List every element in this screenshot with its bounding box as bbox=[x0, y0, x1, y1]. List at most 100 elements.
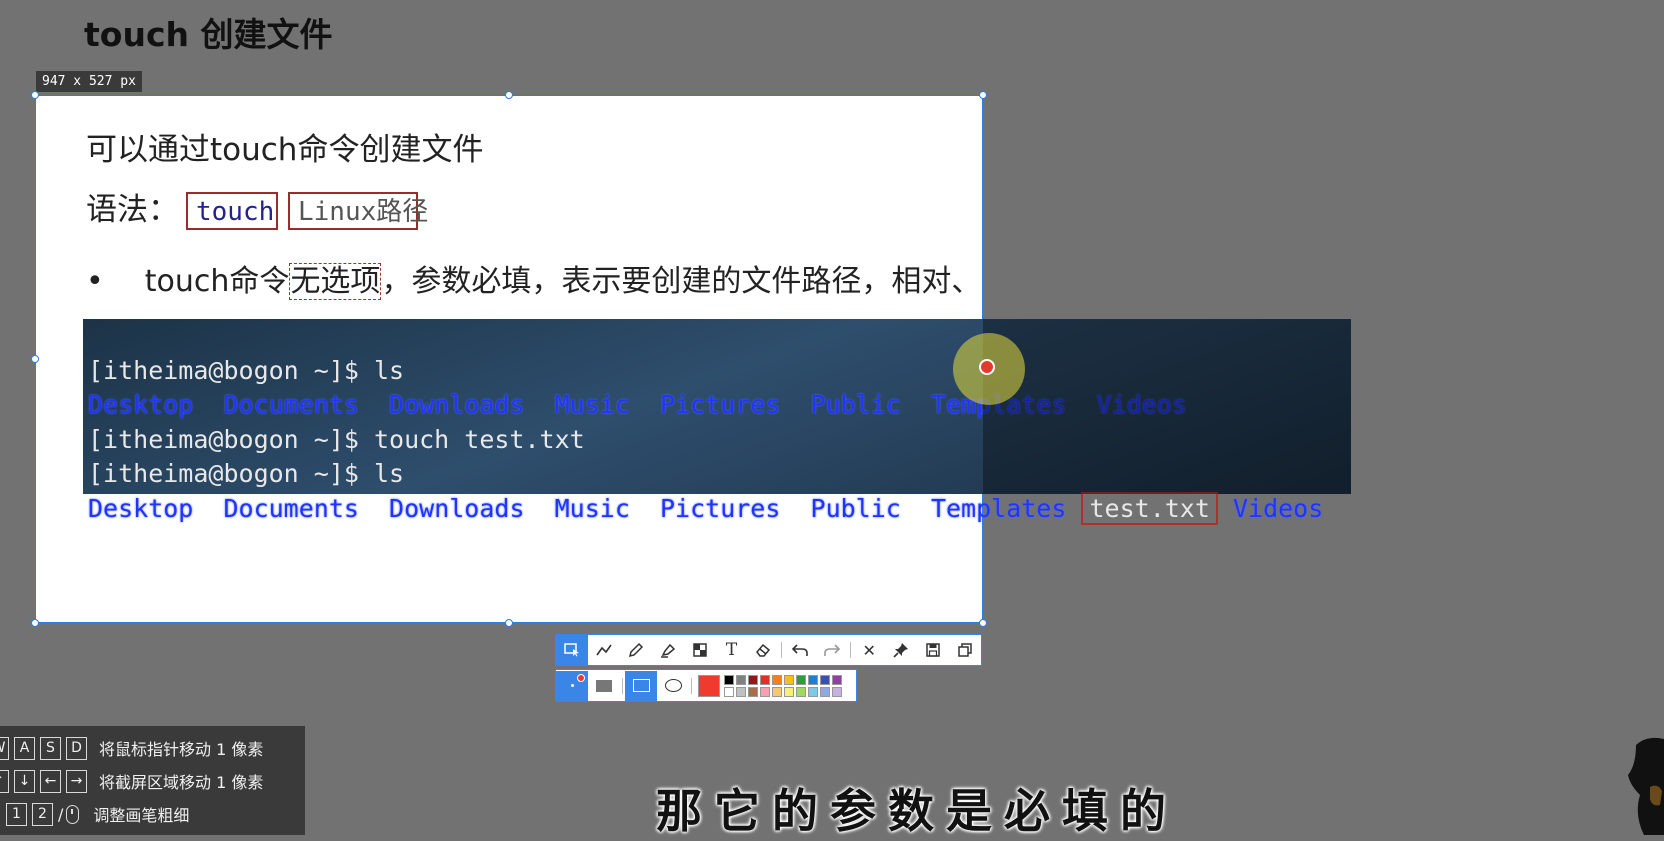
palette-color-purple[interactable] bbox=[832, 674, 842, 685]
current-color-swatch[interactable] bbox=[698, 674, 720, 697]
resize-handle-bottom-right[interactable] bbox=[979, 619, 987, 627]
toolbar-divider bbox=[850, 642, 852, 658]
bullet-text-after: ，参数必填，表示要创建的文件路径，相对、绝对、特殊路径符均可以使用 bbox=[381, 264, 982, 299]
palette-color-black[interactable] bbox=[724, 674, 734, 685]
key-1: 1 bbox=[6, 802, 27, 826]
rectangle-shape-icon[interactable] bbox=[625, 670, 657, 701]
redo-icon[interactable] bbox=[816, 635, 848, 665]
key-left: ← bbox=[40, 769, 61, 793]
syntax-argument-box: Linux路径 bbox=[288, 192, 428, 230]
palette-color-dark-red[interactable] bbox=[748, 674, 758, 685]
dir-entry: Public bbox=[810, 390, 901, 419]
resize-handle-bottom[interactable] bbox=[505, 619, 513, 627]
color-palette bbox=[724, 674, 842, 697]
capture-size-badge: 947 x 527 px bbox=[36, 71, 142, 92]
help-slash: / bbox=[58, 804, 64, 824]
dir-entry: Templates bbox=[930, 493, 1067, 523]
highlighter-icon[interactable] bbox=[652, 635, 684, 665]
dir-entry: Downloads bbox=[389, 493, 525, 523]
palette-color-yellow[interactable] bbox=[784, 674, 794, 685]
syntax-command-box: touch bbox=[186, 192, 278, 230]
help-row-mouse: WASD 将鼠标指针移动 1 像素 bbox=[0, 735, 263, 761]
resize-handle-bottom-left[interactable] bbox=[31, 619, 39, 627]
pen-settings-toolbar bbox=[555, 669, 857, 702]
palette-color-brown[interactable] bbox=[748, 686, 758, 697]
resize-handle-top-right[interactable] bbox=[979, 91, 987, 99]
help-row-region: ↑↓←→ 将截屏区域移动 1 像素 bbox=[0, 768, 263, 794]
bullet-text-before: touch命令 bbox=[144, 264, 290, 299]
dir-entry: Desktop bbox=[88, 390, 194, 419]
key-d: D bbox=[66, 736, 87, 760]
bullet-highlight: 无选项 bbox=[289, 263, 382, 300]
palette-color-light-gray[interactable] bbox=[736, 686, 746, 697]
text-icon[interactable]: T bbox=[716, 635, 748, 665]
dir-entry: Public bbox=[810, 493, 901, 523]
palette-color-light-orange[interactable] bbox=[772, 686, 782, 697]
cursor-not-allowed-icon bbox=[979, 359, 995, 375]
dir-entry: Documents bbox=[223, 390, 359, 419]
slide-heading: 可以通过touch命令创建文件 bbox=[86, 132, 484, 168]
palette-color-orange[interactable] bbox=[772, 674, 782, 685]
outside-capture-dim bbox=[983, 319, 1351, 494]
eraser-icon[interactable] bbox=[748, 635, 780, 665]
page-title: touch 创建文件 bbox=[84, 15, 333, 54]
mouse-wheel-icon bbox=[66, 804, 80, 824]
key-up: ↑ bbox=[0, 769, 9, 793]
dir-entry: Pictures bbox=[660, 390, 781, 419]
palette-color-green[interactable] bbox=[796, 674, 806, 685]
palette-color-light-green[interactable] bbox=[796, 686, 806, 697]
palette-color-pink[interactable] bbox=[760, 686, 770, 697]
palette-color-light-yellow[interactable] bbox=[784, 686, 794, 697]
key-right: → bbox=[66, 769, 87, 793]
toolbar-divider bbox=[691, 677, 692, 694]
syntax-command: touch bbox=[196, 197, 275, 227]
key-a: A bbox=[14, 736, 35, 760]
mascot-image bbox=[1628, 737, 1664, 835]
palette-color-periwinkle[interactable] bbox=[820, 686, 830, 697]
pen-size-small[interactable] bbox=[556, 670, 588, 701]
toolbar-divider bbox=[781, 642, 783, 658]
dir-entry: Documents bbox=[223, 493, 359, 523]
bullet-dot: • bbox=[86, 264, 104, 299]
dir-entry: Desktop bbox=[88, 493, 194, 523]
toolbar-divider bbox=[622, 677, 623, 694]
help-text-region: 将截屏区域移动 1 像素 bbox=[99, 773, 264, 792]
palette-color-blue[interactable] bbox=[808, 674, 818, 685]
resize-handle-left[interactable] bbox=[31, 355, 39, 363]
resize-handle-top[interactable] bbox=[505, 91, 513, 99]
select-icon[interactable] bbox=[556, 635, 588, 665]
help-row-pen: 12 / 调整画笔粗细 bbox=[6, 801, 189, 827]
palette-color-indigo[interactable] bbox=[820, 674, 830, 685]
new-file-entry: test.txt bbox=[1081, 491, 1218, 525]
undo-icon[interactable] bbox=[784, 635, 816, 665]
fill-style-solid[interactable] bbox=[588, 671, 620, 701]
mosaic-icon[interactable] bbox=[684, 635, 716, 665]
dir-entry: Music bbox=[554, 493, 630, 523]
dir-entry: Downloads bbox=[389, 390, 525, 419]
palette-color-gray[interactable] bbox=[736, 674, 746, 685]
syntax-label: 语法： bbox=[86, 192, 179, 228]
ellipse-shape-icon[interactable] bbox=[657, 671, 689, 701]
pen-icon[interactable] bbox=[620, 635, 652, 665]
shortcut-help-panel: WASD 将鼠标指针移动 1 像素 ↑↓←→ 将截屏区域移动 1 像素 12 /… bbox=[0, 726, 305, 835]
syntax-argument: Linux路径 bbox=[298, 197, 429, 227]
palette-color-red[interactable] bbox=[760, 674, 770, 685]
resize-handle-top-left[interactable] bbox=[31, 91, 39, 99]
close-icon[interactable]: ✕ bbox=[853, 635, 885, 665]
pin-icon[interactable] bbox=[885, 635, 917, 665]
video-subtitle: 那它的参数是必填的 bbox=[656, 784, 1178, 838]
polyline-icon[interactable] bbox=[588, 635, 620, 665]
dir-entry: Videos bbox=[1232, 493, 1324, 523]
key-2: 2 bbox=[32, 802, 53, 826]
dir-entry: Music bbox=[554, 390, 630, 419]
help-text-mouse: 将鼠标指针移动 1 像素 bbox=[99, 740, 264, 759]
bullet-line: • touch命令无选项，参数必填，表示要创建的文件路径，相对、绝对、特殊路径符… bbox=[86, 256, 982, 300]
palette-color-white[interactable] bbox=[724, 686, 734, 697]
palette-color-lavender[interactable] bbox=[832, 686, 842, 697]
copy-icon[interactable] bbox=[949, 635, 981, 665]
help-text-pen: 调整画笔粗细 bbox=[93, 806, 190, 825]
save-icon[interactable] bbox=[917, 635, 949, 665]
palette-color-light-blue[interactable] bbox=[808, 686, 818, 697]
dir-entry: Pictures bbox=[660, 493, 781, 523]
terminal-listing-2: Desktop Documents Downloads Music Pictur… bbox=[88, 491, 1351, 527]
